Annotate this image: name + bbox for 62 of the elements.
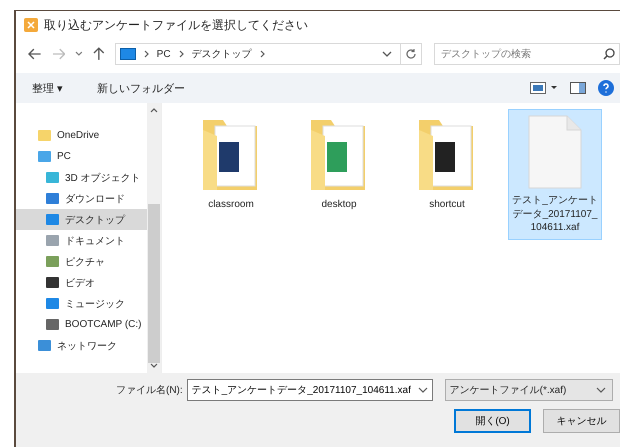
chevron-right-icon[interactable] — [260, 50, 265, 58]
blank-file-icon — [527, 114, 583, 190]
chevron-down-icon[interactable] — [75, 51, 83, 57]
cancel-button[interactable]: キャンセル — [543, 409, 620, 433]
open-button[interactable]: 開く(O) — [454, 409, 532, 433]
scroll-down-icon[interactable] — [150, 363, 158, 368]
chevron-down-icon[interactable] — [418, 387, 428, 394]
nav-icon — [46, 235, 59, 246]
file-name: テスト_アンケートデータ_20171107_104611.xaf — [511, 194, 599, 234]
file-name: shortcut — [428, 198, 466, 212]
nav-icon — [46, 214, 59, 225]
refresh-icon — [405, 48, 418, 60]
up-arrow-icon[interactable] — [93, 47, 105, 61]
nav-icon — [38, 340, 51, 351]
file-item[interactable]: テスト_アンケートデータ_20171107_104611.xaf — [508, 109, 602, 240]
file-item[interactable]: shortcut — [400, 109, 494, 216]
organize-menu-button[interactable]: 整理 ▾ — [28, 78, 68, 98]
nav-icon — [38, 130, 51, 141]
nav-item[interactable]: ドキュメント — [16, 230, 147, 251]
chevron-down-icon — [596, 386, 606, 394]
nav-item[interactable]: ダウンロード — [16, 188, 147, 209]
nav-icon — [46, 277, 59, 288]
scrollbar[interactable] — [147, 103, 161, 373]
window-title: 取り込むアンケートファイルを選択してください — [44, 16, 308, 34]
nav-icon — [46, 298, 59, 309]
chevron-down-icon[interactable] — [382, 50, 392, 58]
nav-icon — [38, 151, 51, 162]
nav-item[interactable]: ミュージック — [16, 293, 147, 314]
app-icon — [24, 18, 38, 32]
chevron-right-icon[interactable] — [144, 50, 149, 58]
nav-item[interactable]: ビデオ — [16, 272, 147, 293]
nav-item[interactable]: ネットワーク — [16, 335, 147, 356]
nav-item[interactable]: PC — [16, 146, 147, 167]
preview-pane-icon[interactable] — [570, 82, 586, 94]
nav-icon — [46, 319, 59, 330]
new-folder-button[interactable]: 新しいフォルダー — [93, 78, 190, 98]
search-field[interactable]: デスクトップの検索 — [434, 43, 620, 65]
nav-icon — [46, 172, 59, 183]
nav-item[interactable]: OneDrive — [16, 125, 147, 146]
file-type-dropdown[interactable]: アンケートファイル(*.xaf) — [444, 379, 613, 401]
back-arrow-icon[interactable] — [28, 48, 42, 60]
scroll-up-icon[interactable] — [150, 108, 158, 113]
file-item[interactable]: desktop — [292, 109, 386, 216]
nav-item[interactable]: ピクチャ — [16, 251, 147, 272]
nav-icon — [46, 193, 59, 204]
chevron-right-icon[interactable] — [178, 50, 184, 58]
search-icon — [603, 48, 616, 60]
file-name-label: ファイル名(N): — [116, 384, 183, 397]
file-name: classroom — [207, 198, 255, 212]
file-name-field[interactable]: テスト_アンケートデータ_20171107_104611.xaf — [186, 379, 433, 401]
breadcrumb-item[interactable]: デスクトップ — [192, 47, 252, 61]
file-name: desktop — [320, 198, 358, 212]
desktop-icon — [120, 48, 136, 60]
nav-icon — [46, 256, 59, 267]
address-bar[interactable]: PC デスクトップ — [114, 43, 422, 65]
nav-item[interactable]: 3D オブジェクト — [16, 167, 147, 188]
help-icon[interactable] — [598, 80, 614, 96]
file-item[interactable]: classroom — [184, 109, 278, 216]
nav-item[interactable]: デスクトップ — [16, 209, 147, 230]
nav-item[interactable]: BOOTCAMP (C:) — [16, 314, 147, 335]
breadcrumb-item[interactable]: PC — [156, 48, 171, 60]
view-options-icon[interactable] — [530, 82, 558, 94]
